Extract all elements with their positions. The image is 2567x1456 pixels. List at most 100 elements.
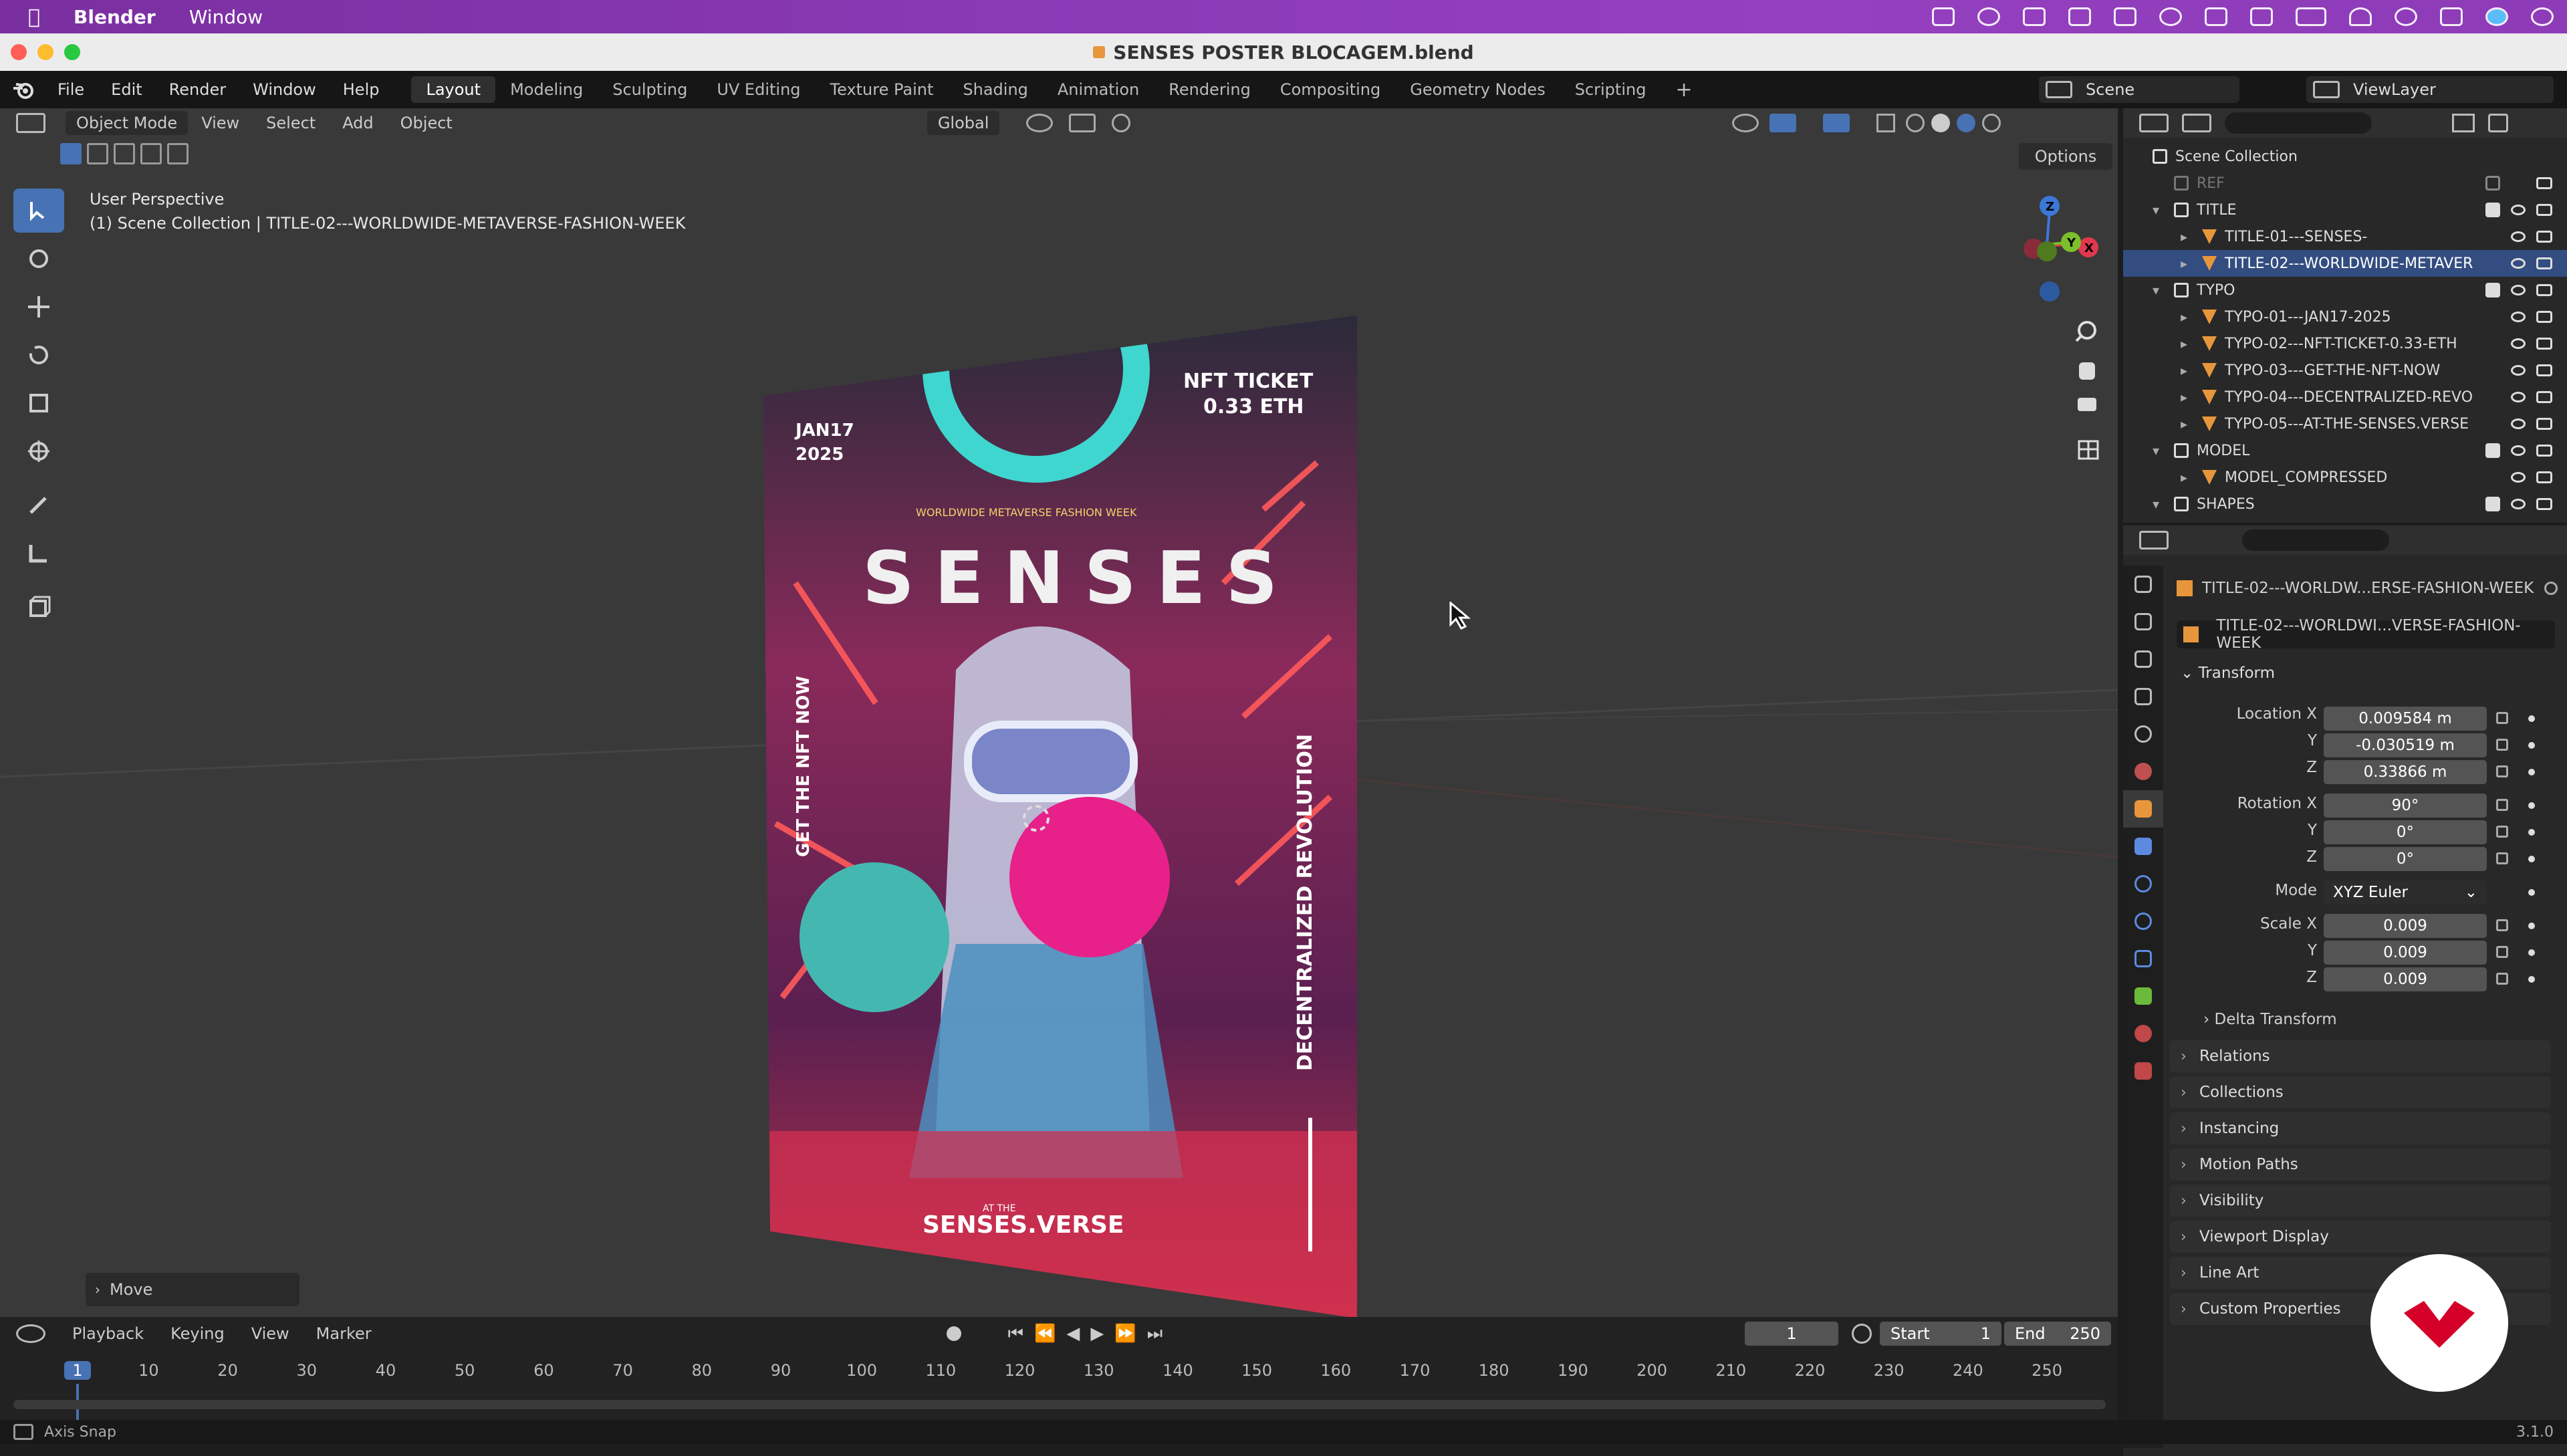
scale-y-field[interactable]: 0.009: [2324, 941, 2487, 965]
start-frame-field[interactable]: Start 1: [1880, 1322, 2001, 1346]
chevron-right-icon[interactable]: ▸: [2181, 309, 2194, 325]
tab-layout[interactable]: Layout: [411, 76, 496, 103]
tab-object[interactable]: [2123, 790, 2163, 828]
visibility-eye-icon[interactable]: [2511, 365, 2526, 376]
keyframe-dot-icon[interactable]: [2528, 923, 2535, 929]
close-window-button[interactable]: [11, 44, 27, 60]
tab-modeling[interactable]: Modeling: [495, 76, 598, 103]
playhead[interactable]: 1: [64, 1361, 91, 1380]
select-new-icon[interactable]: [60, 143, 82, 164]
timeline-menu-marker[interactable]: Marker: [316, 1324, 372, 1343]
camera-view-icon[interactable]: [2078, 398, 2096, 411]
select-invert-icon[interactable]: [140, 143, 162, 164]
tab-animation[interactable]: Animation: [1043, 76, 1154, 103]
snap-icon[interactable]: [1069, 114, 1096, 132]
location-z-field[interactable]: 0.33866 m: [2324, 760, 2487, 784]
render-camera-icon[interactable]: [2536, 231, 2552, 243]
tab-view-layer[interactable]: [2123, 678, 2163, 715]
visibility-eye-icon[interactable]: [2511, 231, 2526, 242]
menu-file[interactable]: File: [44, 80, 98, 99]
object-name-field[interactable]: TITLE-02---WORLDWI...VERSE-FASHION-WEEK: [2177, 617, 2555, 652]
visibility-eye-icon[interactable]: [2511, 472, 2526, 483]
viewport-menu-add[interactable]: Add: [329, 114, 386, 132]
cursor-tool[interactable]: [13, 237, 64, 281]
measure-tool[interactable]: [13, 531, 64, 575]
render-camera-icon[interactable]: [2536, 311, 2552, 323]
outliner-scene-collection[interactable]: Scene Collection: [2123, 143, 2567, 170]
status-icon[interactable]: [2114, 7, 2136, 26]
properties-search-input[interactable]: [2242, 529, 2389, 551]
bluetooth-icon[interactable]: [2205, 7, 2227, 26]
tab-scripting[interactable]: Scripting: [1560, 76, 1661, 103]
tab-shading[interactable]: Shading: [948, 76, 1043, 103]
keyframe-dot-icon[interactable]: [2528, 802, 2535, 809]
select-subtract-icon[interactable]: [114, 143, 135, 164]
tab-constraints[interactable]: [2123, 940, 2163, 977]
play-reverse-icon[interactable]: ◀: [1066, 1324, 1080, 1344]
keyframe-dot-icon[interactable]: [2528, 715, 2535, 722]
proportional-edit-icon[interactable]: [1112, 114, 1131, 132]
exclude-checkbox[interactable]: [2485, 176, 2500, 191]
tab-tool[interactable]: [2123, 566, 2163, 603]
3d-viewport[interactable]: Object Mode View Select Add Object Globa…: [0, 108, 2118, 1317]
stopwatch-icon[interactable]: [1852, 1324, 1872, 1344]
outliner-object-row[interactable]: ▸ TYPO-03---GET-THE-NFT-NOW: [2123, 357, 2567, 384]
add-workspace-button[interactable]: +: [1661, 74, 1707, 106]
select-intersect-icon[interactable]: [167, 143, 189, 164]
visibility-eye-icon[interactable]: [2511, 418, 2526, 429]
rotation-mode-dropdown[interactable]: XYZ Euler ⌄: [2324, 880, 2487, 904]
status-icon[interactable]: [2023, 7, 2046, 26]
tab-render[interactable]: [2123, 603, 2163, 640]
tab-uv-editing[interactable]: UV Editing: [702, 76, 815, 103]
options-dropdown[interactable]: Options: [2019, 143, 2112, 170]
siri-icon[interactable]: [2485, 7, 2508, 26]
lock-icon[interactable]: [2496, 826, 2508, 838]
keyframe-dot-icon[interactable]: [2528, 769, 2535, 775]
chevron-right-icon[interactable]: ▸: [2181, 362, 2194, 378]
rotation-y-field[interactable]: 0°: [2324, 820, 2487, 844]
tab-texture[interactable]: [2123, 1052, 2163, 1090]
visibility-eye-icon[interactable]: [2511, 285, 2526, 295]
poster-plane[interactable]: JAN17 2025 NFT TICKET 0.33 ETH WORLDWIDE…: [755, 209, 1357, 1317]
zoom-icon[interactable]: [2075, 321, 2096, 342]
outliner-object-row[interactable]: ▸ TYPO-02---NFT-TICKET-0.33-ETH: [2123, 330, 2567, 357]
control-center-icon[interactable]: [2440, 7, 2463, 26]
clock-icon[interactable]: [2531, 7, 2554, 26]
menu-help[interactable]: Help: [330, 80, 393, 99]
transform-orientation-dropdown[interactable]: Global: [927, 111, 1000, 135]
add-cube-tool[interactable]: [13, 584, 64, 628]
lock-icon[interactable]: [2496, 946, 2508, 958]
timeline-scrollbar[interactable]: [13, 1400, 2106, 1409]
tab-modifiers[interactable]: [2123, 828, 2163, 865]
lock-icon[interactable]: [2496, 739, 2508, 751]
pivot-icon[interactable]: [1026, 114, 1054, 132]
visibility-eye-icon[interactable]: [2511, 445, 2526, 456]
status-icon[interactable]: [1977, 7, 2000, 26]
expand-chevron-icon[interactable]: ▾: [2153, 202, 2166, 218]
rotation-z-field[interactable]: 0°: [2324, 847, 2487, 871]
next-keyframe-icon[interactable]: ⏩: [1114, 1324, 1136, 1344]
visibility-eye-icon[interactable]: [2511, 258, 2526, 269]
tab-scene[interactable]: [2123, 715, 2163, 753]
jump-end-icon[interactable]: ⏭: [1147, 1324, 1163, 1344]
display-mode-icon[interactable]: [2182, 114, 2211, 132]
scale-z-field[interactable]: 0.009: [2324, 967, 2487, 991]
lock-icon[interactable]: [2496, 919, 2508, 931]
visibility-icon[interactable]: [1732, 114, 1759, 132]
expand-chevron-icon[interactable]: ▾: [2153, 496, 2166, 512]
outliner-object-row[interactable]: ▸ TYPO-05---AT-THE-SENSES.VERSE: [2123, 410, 2567, 437]
exclude-checkbox[interactable]: [2485, 443, 2500, 458]
viewport-menu-select[interactable]: Select: [253, 114, 329, 132]
lock-icon[interactable]: [2496, 799, 2508, 811]
outliner-object-row[interactable]: ▸ TYPO-01---JAN17-2025: [2123, 304, 2567, 330]
rotate-tool[interactable]: [13, 333, 64, 377]
exclude-checkbox[interactable]: [2485, 203, 2500, 217]
render-camera-icon[interactable]: [2536, 471, 2552, 483]
keyframe-dot-icon[interactable]: [2528, 889, 2535, 896]
blender-logo-icon[interactable]: [11, 76, 37, 103]
wireframe-shading-icon[interactable]: [1906, 114, 1925, 132]
keyframe-dot-icon[interactable]: [2528, 742, 2535, 749]
chevron-right-icon[interactable]: ▸: [2181, 416, 2194, 432]
timeline-ruler[interactable]: 1 10 20 30 40 50 60 70 80 90 100 110 120 130 140 150 160…: [0, 1356, 2118, 1424]
tab-physics[interactable]: [2123, 902, 2163, 940]
